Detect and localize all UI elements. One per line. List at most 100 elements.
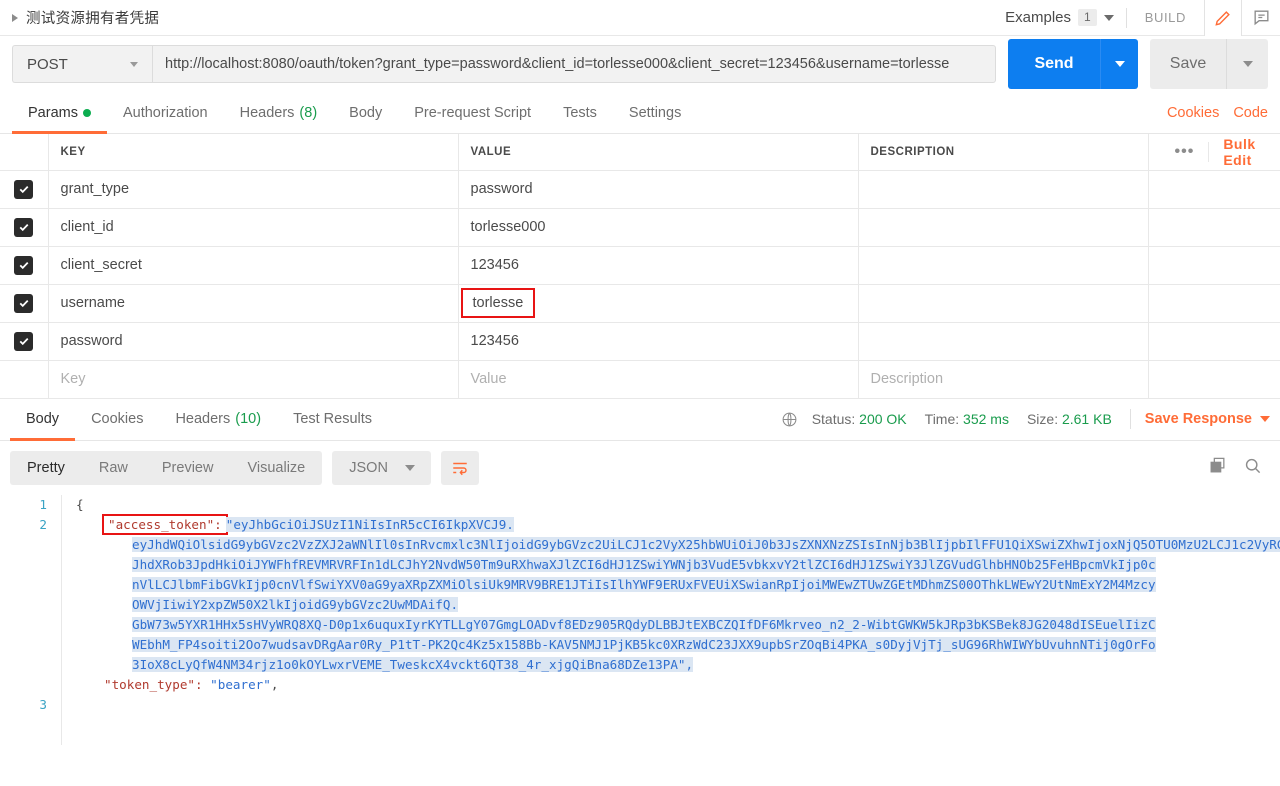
param-description[interactable] bbox=[857, 322, 1149, 361]
row-actions bbox=[1147, 170, 1280, 209]
line-number: 2 bbox=[39, 516, 47, 532]
build-button[interactable]: BUILD bbox=[1127, 0, 1204, 36]
response-format-toolbar: Pretty Raw Preview Visualize JSON bbox=[0, 441, 1280, 495]
examples-dropdown[interactable]: Examples 1 bbox=[1005, 9, 1126, 26]
param-key[interactable]: grant_type bbox=[47, 170, 459, 209]
param-description[interactable] bbox=[857, 208, 1149, 247]
tab-label: Test Results bbox=[293, 411, 373, 427]
line-number: 1 bbox=[39, 496, 47, 512]
table-row[interactable]: password 123456 bbox=[0, 322, 1280, 361]
tab-settings[interactable]: Settings bbox=[613, 92, 697, 133]
response-language-select[interactable]: JSON bbox=[332, 450, 431, 485]
param-value-highlighted[interactable]: torlesse bbox=[460, 287, 536, 319]
checkbox-checked-icon[interactable] bbox=[14, 331, 34, 351]
view-mode-visualize[interactable]: Visualize bbox=[230, 451, 322, 485]
chevron-down-icon[interactable] bbox=[1260, 416, 1270, 422]
wrap-lines-icon bbox=[453, 462, 467, 475]
param-key[interactable]: client_secret bbox=[47, 246, 459, 285]
save-button[interactable]: Save bbox=[1150, 39, 1226, 89]
chevron-down-icon bbox=[404, 464, 415, 471]
send-options-button[interactable] bbox=[1100, 39, 1138, 89]
param-value-cell[interactable]: torlesse bbox=[457, 284, 859, 323]
checkbox-checked-icon[interactable] bbox=[14, 255, 34, 275]
response-body-code[interactable]: { "access_token": "eyJhbGciOiJSUzI1NiIsIn… bbox=[62, 495, 1280, 695]
bulk-edit-button[interactable]: Bulk Edit bbox=[1209, 136, 1267, 168]
tab-authorization[interactable]: Authorization bbox=[107, 92, 224, 133]
query-params-table: KEY VALUE DESCRIPTION ••• Bulk Edit gran… bbox=[0, 134, 1280, 399]
tab-pre-request-script[interactable]: Pre-request Script bbox=[398, 92, 547, 133]
param-value[interactable]: 123456 bbox=[457, 322, 859, 361]
param-key[interactable]: password bbox=[47, 322, 459, 361]
wrap-lines-button[interactable] bbox=[440, 450, 479, 485]
table-row[interactable]: grant_type password bbox=[0, 170, 1280, 209]
code-line: "access_token": "eyJhbGciOiJSUzI1NiIsInR5… bbox=[76, 513, 1280, 535]
header-checkbox-cell bbox=[0, 134, 49, 171]
cookies-link[interactable]: Cookies bbox=[1167, 105, 1219, 121]
send-button[interactable]: Send bbox=[1008, 39, 1100, 89]
row-checkbox-cell[interactable] bbox=[0, 322, 49, 361]
time-value: 352 ms bbox=[963, 411, 1009, 427]
breadcrumb[interactable]: 测试资源拥有者凭据 bbox=[0, 7, 159, 28]
pencil-icon bbox=[1215, 10, 1230, 26]
new-param-description-input[interactable]: Description bbox=[857, 360, 1149, 399]
view-mode-raw[interactable]: Raw bbox=[82, 451, 145, 485]
save-response-button[interactable]: Save Response bbox=[1145, 411, 1270, 427]
response-tabs: Body Cookies Headers (10) Test Results S… bbox=[0, 398, 1280, 441]
edit-button[interactable] bbox=[1204, 0, 1242, 36]
new-param-key-input[interactable]: Key bbox=[47, 360, 459, 399]
response-tab-test-results[interactable]: Test Results bbox=[277, 399, 388, 440]
token-segment: "eyJhbGciOiJSUzI1NiIsInR5cCI6IkpXVCJ9. bbox=[225, 516, 514, 532]
new-param-value-input[interactable]: Value bbox=[457, 360, 859, 399]
header-value: VALUE bbox=[457, 134, 859, 171]
row-checkbox-cell[interactable] bbox=[0, 208, 49, 247]
response-body-actions bbox=[1208, 456, 1270, 480]
response-meta: Status: 200 OK Time: 352 ms Size: 2.61 K… bbox=[781, 399, 1280, 440]
status-label: Status: bbox=[811, 411, 856, 427]
response-body-viewer[interactable]: 1 2 3 { "access_token": "eyJhbGciOiJSUzI1… bbox=[0, 494, 1280, 745]
response-tab-headers[interactable]: Headers (10) bbox=[159, 399, 277, 440]
http-method-select[interactable]: POST bbox=[12, 45, 152, 83]
tab-params[interactable]: Params bbox=[12, 92, 107, 134]
response-tab-body[interactable]: Body bbox=[10, 399, 76, 441]
param-value[interactable]: 123456 bbox=[457, 246, 859, 285]
param-description[interactable] bbox=[857, 246, 1149, 285]
save-options-button[interactable] bbox=[1226, 39, 1268, 89]
param-key[interactable]: username bbox=[47, 284, 459, 323]
tab-tests[interactable]: Tests bbox=[547, 92, 613, 133]
view-mode-pretty[interactable]: Pretty bbox=[10, 451, 82, 485]
examples-label: Examples bbox=[1005, 9, 1072, 26]
response-tab-cookies[interactable]: Cookies bbox=[75, 399, 159, 440]
param-value[interactable]: password bbox=[457, 170, 859, 209]
checkbox-checked-icon[interactable] bbox=[14, 293, 34, 313]
url-input[interactable]: http://localhost:8080/oauth/token?grant_… bbox=[152, 45, 996, 83]
table-row[interactable]: username torlesse bbox=[0, 284, 1280, 323]
view-mode-preview[interactable]: Preview bbox=[145, 451, 231, 485]
table-row-new[interactable]: Key Value Description bbox=[0, 360, 1280, 399]
time-meta: Time: 352 ms bbox=[925, 411, 1009, 427]
chevron-down-icon[interactable] bbox=[130, 61, 138, 67]
token-segment: WEbhM_FP4soiti2Oo7wudsavDRgAar0Ry_P1tT-P… bbox=[132, 636, 1156, 652]
tab-headers[interactable]: Headers (8) bbox=[224, 92, 334, 133]
table-row[interactable]: client_id torlesse000 bbox=[0, 208, 1280, 247]
param-description[interactable] bbox=[857, 170, 1149, 209]
param-key[interactable]: client_id bbox=[47, 208, 459, 247]
search-button[interactable] bbox=[1243, 456, 1262, 480]
code-link[interactable]: Code bbox=[1233, 105, 1268, 121]
row-checkbox-cell bbox=[0, 360, 49, 399]
chevron-down-icon[interactable] bbox=[1103, 14, 1114, 21]
table-row[interactable]: client_secret 123456 bbox=[0, 246, 1280, 285]
param-description[interactable] bbox=[857, 284, 1149, 323]
expand-caret-icon[interactable] bbox=[12, 13, 18, 22]
param-value[interactable]: torlesse000 bbox=[457, 208, 859, 247]
tab-body[interactable]: Body bbox=[333, 92, 398, 133]
row-checkbox-cell[interactable] bbox=[0, 246, 49, 285]
checkbox-checked-icon[interactable] bbox=[14, 179, 34, 199]
copy-button[interactable] bbox=[1208, 456, 1227, 480]
row-checkbox-cell[interactable] bbox=[0, 170, 49, 209]
row-checkbox-cell[interactable] bbox=[0, 284, 49, 323]
checkbox-checked-icon[interactable] bbox=[14, 217, 34, 237]
comment-button[interactable] bbox=[1242, 0, 1280, 36]
more-options-icon[interactable]: ••• bbox=[1161, 141, 1210, 162]
globe-icon bbox=[781, 411, 798, 428]
code-line: GbW73w5YXR1HHx5sHVyWRQ8XQ-D0p1x6uquxIyrK… bbox=[76, 615, 1280, 635]
